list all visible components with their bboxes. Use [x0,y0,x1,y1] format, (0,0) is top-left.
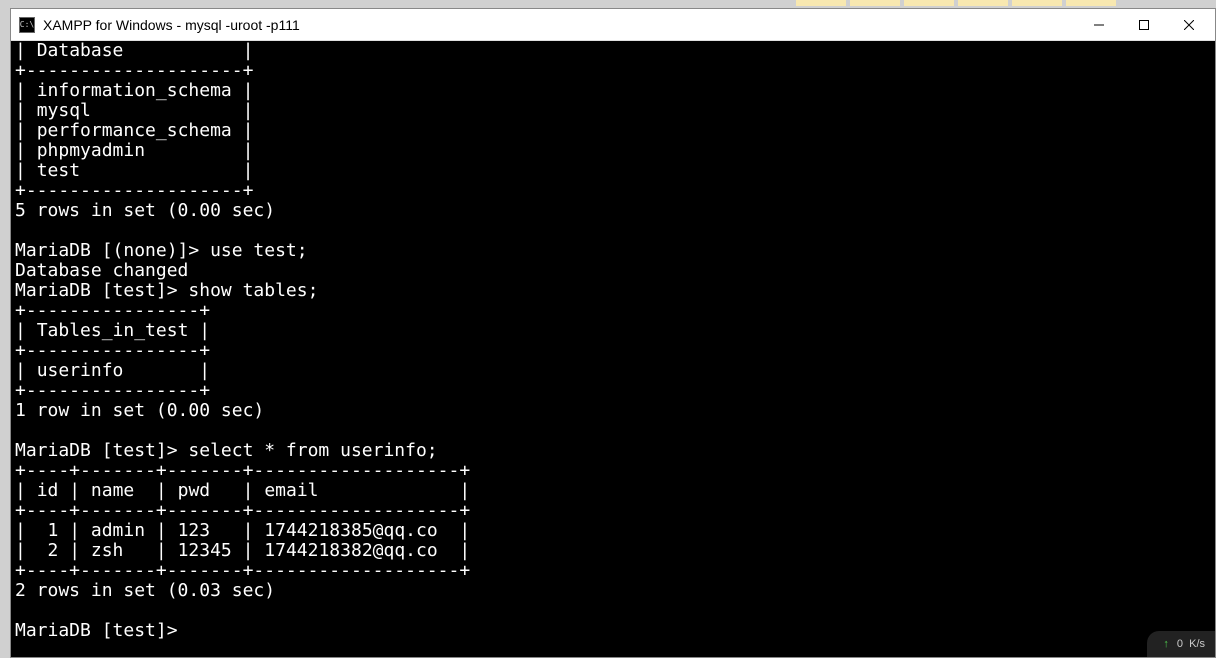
prompt-line: MariaDB [test]> [15,620,188,641]
userinfo-divider: +----+-------+-------+------------------… [15,500,470,521]
db-row: | performance_schema | [15,120,253,141]
cmd-icon: C:\ [19,17,35,33]
network-status-widget[interactable]: ↑ 0 K/s [1147,631,1215,657]
prompt-line: MariaDB [test]> show tables; [15,280,318,301]
network-speed: 0 K/s [1177,634,1205,654]
result-summary: 2 rows in set (0.03 sec) [15,580,275,601]
terminal-window: C:\ XAMPP for Windows - mysql -uroot -p1… [10,8,1216,658]
tbl-divider: +----------------+ [15,380,210,401]
db-table-divider: +--------------------+ [15,180,253,201]
prompt-line: MariaDB [(none)]> use test; [15,240,308,261]
prompt-line: MariaDB [test]> select * from userinfo; [15,440,438,461]
db-row: | information_schema | [15,80,253,101]
db-row: | phpmyadmin | [15,140,253,161]
tbl-header-row: | Tables_in_test | [15,320,210,341]
tbl-divider: +----------------+ [15,300,210,321]
close-button[interactable] [1166,10,1211,40]
maximize-button[interactable] [1121,10,1166,40]
userinfo-divider: +----+-------+-------+------------------… [15,560,470,581]
userinfo-divider: +----+-------+-------+------------------… [15,460,470,481]
db-row: | test | [15,160,253,181]
db-row: | mysql | [15,100,253,121]
window-title: XAMPP for Windows - mysql -uroot -p111 [41,17,1076,33]
tbl-row: | userinfo | [15,360,210,381]
terminal-area[interactable]: | Database | +--------------------+ | in… [11,41,1215,657]
db-table-header-row: | Database | [15,41,253,61]
db-changed-msg: Database changed [15,260,188,281]
userinfo-header-row: | id | name | pwd | email | [15,480,470,501]
result-summary: 1 row in set (0.00 sec) [15,400,264,421]
upload-arrow-icon: ↑ [1163,634,1169,654]
result-summary: 5 rows in set (0.00 sec) [15,200,275,221]
terminal-output: | Database | +--------------------+ | in… [11,41,470,641]
userinfo-row: | 2 | zsh | 12345 | 1744218382@qq.co | [15,540,470,561]
minimize-button[interactable] [1076,10,1121,40]
db-table-divider: +--------------------+ [15,60,253,81]
tbl-divider: +----------------+ [15,340,210,361]
background-tabs [0,0,1216,8]
titlebar[interactable]: C:\ XAMPP for Windows - mysql -uroot -p1… [11,9,1215,41]
userinfo-row: | 1 | admin | 123 | 1744218385@qq.co | [15,520,470,541]
